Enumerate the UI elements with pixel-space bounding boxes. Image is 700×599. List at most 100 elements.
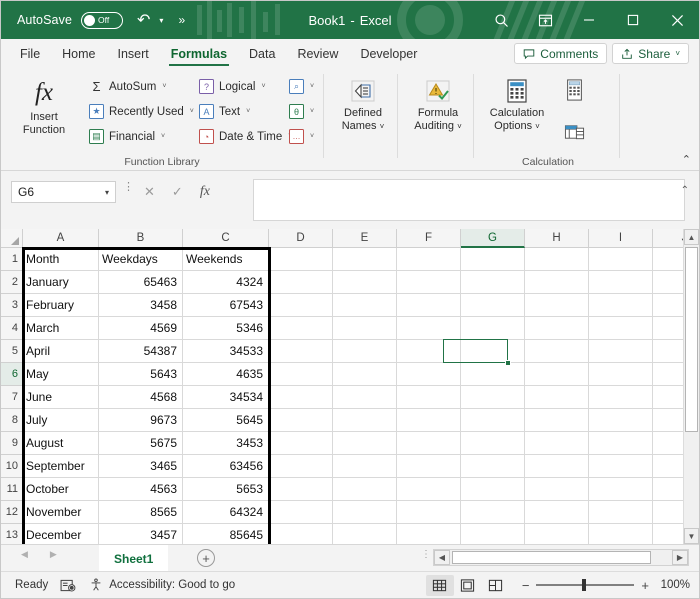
- cell-C10[interactable]: 63456: [183, 455, 269, 478]
- formula-auditing-caret-icon[interactable]: ˅: [457, 122, 462, 131]
- row-header-10[interactable]: 10: [1, 455, 23, 478]
- maximize-button[interactable]: [611, 1, 655, 39]
- tab-data[interactable]: Data: [238, 39, 286, 68]
- cell-H4[interactable]: [525, 317, 589, 340]
- autosave-toggle[interactable]: Off: [81, 11, 124, 29]
- cell-G3[interactable]: [461, 294, 525, 317]
- cell-G11[interactable]: [461, 478, 525, 501]
- cell-H11[interactable]: [525, 478, 589, 501]
- sheet-tab-sheet1[interactable]: Sheet1: [99, 545, 169, 571]
- math-trig-caret-icon[interactable]: ˅: [310, 108, 314, 115]
- cell-D12[interactable]: [269, 501, 333, 524]
- cell-H9[interactable]: [525, 432, 589, 455]
- sheet-splitter[interactable]: ⋮: [421, 550, 431, 560]
- lookup-reference-button[interactable]: ⌕ ˅: [285, 76, 319, 97]
- cell-A9[interactable]: August: [23, 432, 99, 455]
- share-button[interactable]: Share ˅: [612, 43, 689, 64]
- comments-button[interactable]: Comments: [514, 43, 608, 64]
- cell-H8[interactable]: [525, 409, 589, 432]
- cell-I12[interactable]: [589, 501, 653, 524]
- cell-A7[interactable]: June: [23, 386, 99, 409]
- cell-H12[interactable]: [525, 501, 589, 524]
- cell-H2[interactable]: [525, 271, 589, 294]
- cell-E2[interactable]: [333, 271, 397, 294]
- cell-F12[interactable]: [397, 501, 461, 524]
- undo-icon[interactable]: ↶: [137, 10, 150, 30]
- recently-used-caret-icon[interactable]: ˅: [190, 108, 194, 115]
- record-macro-button[interactable]: [54, 572, 83, 599]
- horizontal-scrollbar[interactable]: ◀ ▶: [433, 549, 689, 566]
- horizontal-scrollbar-thumb[interactable]: [452, 551, 651, 564]
- collapse-ribbon-button[interactable]: ⌃: [682, 153, 691, 166]
- page-break-preview-button[interactable]: [482, 575, 510, 596]
- tab-review[interactable]: Review: [286, 39, 349, 68]
- cell-F9[interactable]: [397, 432, 461, 455]
- scroll-down-button[interactable]: ▼: [684, 528, 699, 544]
- cell-E5[interactable]: [333, 340, 397, 363]
- cell-B2[interactable]: 65463: [99, 271, 183, 294]
- cell-I6[interactable]: [589, 363, 653, 386]
- cell-H5[interactable]: [525, 340, 589, 363]
- row-header-13[interactable]: 13: [1, 524, 23, 544]
- column-header-A[interactable]: A: [23, 229, 99, 248]
- row-header-7[interactable]: 7: [1, 386, 23, 409]
- cell-F11[interactable]: [397, 478, 461, 501]
- more-functions-caret-icon[interactable]: ˅: [310, 133, 314, 140]
- tab-home[interactable]: Home: [51, 39, 106, 68]
- column-header-C[interactable]: C: [183, 229, 269, 248]
- calculation-options-caret-icon[interactable]: ˅: [535, 122, 540, 131]
- cell-A12[interactable]: November: [23, 501, 99, 524]
- cell-A6[interactable]: May: [23, 363, 99, 386]
- tab-file[interactable]: File: [9, 39, 51, 68]
- formula-bar-splitter[interactable]: ⋮: [123, 182, 134, 193]
- cell-H7[interactable]: [525, 386, 589, 409]
- cell-C6[interactable]: 4635: [183, 363, 269, 386]
- cell-H6[interactable]: [525, 363, 589, 386]
- select-all-corner[interactable]: [1, 229, 23, 248]
- minimize-button[interactable]: [567, 1, 611, 39]
- cell-B8[interactable]: 9673: [99, 409, 183, 432]
- cell-I13[interactable]: [589, 524, 653, 544]
- cell-E4[interactable]: [333, 317, 397, 340]
- row-header-6[interactable]: 6: [1, 363, 23, 386]
- cell-B4[interactable]: 4569: [99, 317, 183, 340]
- insert-function-icon[interactable]: fx: [200, 184, 210, 200]
- cell-F6[interactable]: [397, 363, 461, 386]
- expand-formula-bar-icon[interactable]: ⌃: [681, 185, 689, 196]
- cell-B6[interactable]: 5643: [99, 363, 183, 386]
- cell-I7[interactable]: [589, 386, 653, 409]
- close-button[interactable]: [655, 1, 699, 39]
- cell-D4[interactable]: [269, 317, 333, 340]
- sheet-prev-button[interactable]: ◀: [21, 549, 28, 560]
- insert-function-button[interactable]: fx Insert Function: [13, 74, 75, 148]
- cell-B3[interactable]: 3458: [99, 294, 183, 317]
- cancel-icon[interactable]: ✕: [144, 184, 155, 200]
- scroll-left-button[interactable]: ◀: [434, 550, 450, 565]
- calculation-options-button[interactable]: Calculation Options ˅: [481, 74, 553, 148]
- cell-D9[interactable]: [269, 432, 333, 455]
- cell-G12[interactable]: [461, 501, 525, 524]
- cell-D3[interactable]: [269, 294, 333, 317]
- cell-F13[interactable]: [397, 524, 461, 544]
- cell-E9[interactable]: [333, 432, 397, 455]
- cell-B13[interactable]: 3457: [99, 524, 183, 544]
- column-header-H[interactable]: H: [525, 229, 589, 248]
- add-sheet-button[interactable]: +: [197, 549, 215, 567]
- cell-G2[interactable]: [461, 271, 525, 294]
- share-caret-icon[interactable]: ˅: [675, 49, 680, 58]
- cell-A11[interactable]: October: [23, 478, 99, 501]
- tab-developer[interactable]: Developer: [349, 39, 428, 68]
- math-trig-button[interactable]: θ ˅: [285, 101, 319, 122]
- cell-C5[interactable]: 34533: [183, 340, 269, 363]
- cell-G13[interactable]: [461, 524, 525, 544]
- cell-F4[interactable]: [397, 317, 461, 340]
- cell-D1[interactable]: [269, 248, 333, 271]
- cell-E12[interactable]: [333, 501, 397, 524]
- normal-view-button[interactable]: [425, 574, 454, 596]
- column-header-I[interactable]: I: [589, 229, 653, 248]
- logical-button[interactable]: ? Logical ˅: [195, 76, 285, 97]
- lookup-reference-caret-icon[interactable]: ˅: [310, 83, 314, 90]
- name-box-caret-icon[interactable]: ▾: [105, 188, 109, 197]
- row-header-9[interactable]: 9: [1, 432, 23, 455]
- cell-F3[interactable]: [397, 294, 461, 317]
